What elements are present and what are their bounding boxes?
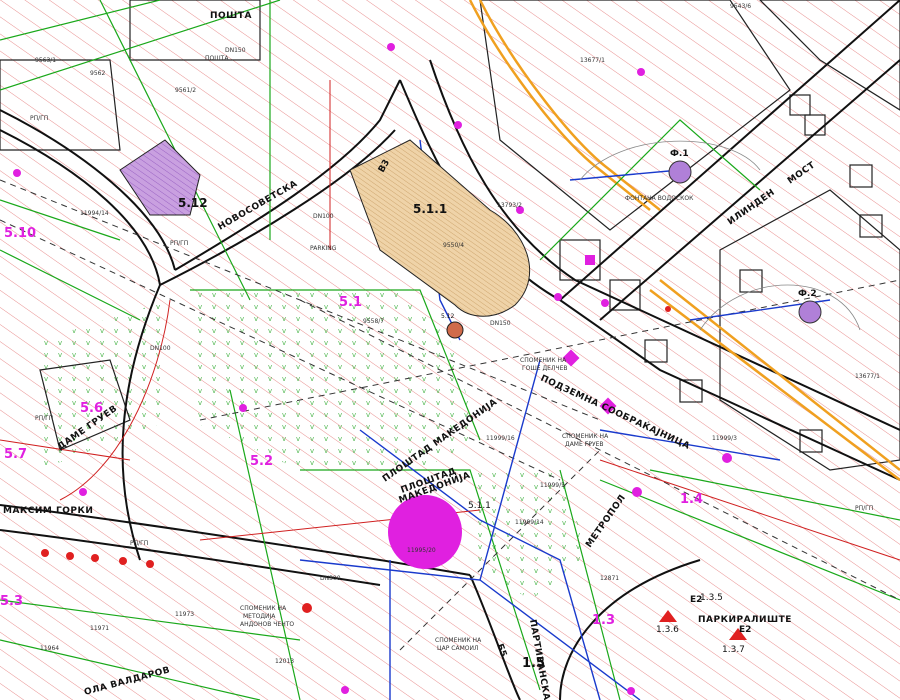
code-e2b-label: Е2 <box>739 625 751 635</box>
zone-5-1-1b-label: 5.1.1 <box>468 501 491 511</box>
code-ppgp5: РП/ГП <box>855 505 873 512</box>
note-5: СПОМЕНИК НА <box>435 637 482 644</box>
note-9: АНДОНОВ ЧЕНТО <box>240 621 294 628</box>
zone-5-2-label: 5.2 <box>250 454 273 469</box>
zone-5-7-label: 5.7 <box>4 447 27 462</box>
parcel-p6: 11994/14 <box>80 210 109 217</box>
code-ppgp2: РП/ГП <box>170 240 188 247</box>
note-4: ГОШЕ ДЕЛЧЕВ <box>522 365 568 372</box>
parcel-p14: 11995/20 <box>407 547 436 554</box>
parcel-p16: 11973 <box>175 611 194 618</box>
zone-1-3-label: 1.3 <box>592 613 615 628</box>
parcel-p4: 13677/1 <box>580 57 605 64</box>
monument-circle[interactable] <box>388 495 462 569</box>
urban-plan-map[interactable]: v <box>0 0 900 700</box>
code-dn2: DN100 <box>313 213 334 220</box>
code-e2a-label: Е2 <box>690 595 702 605</box>
code-dn5: DN100 <box>150 345 171 352</box>
zone-5-12-label: 5.12 <box>178 196 208 210</box>
note-7: СПОМЕНИК НА <box>240 605 287 612</box>
zone-5-12b-label: 5.12 <box>441 313 455 320</box>
code-dn4: DN150 <box>490 320 511 327</box>
parcel-p15: 11971 <box>90 625 109 632</box>
street-maksim-gorki: МАКСИМ ГОРКИ <box>3 506 93 516</box>
parcel-p2: 9563/1 <box>35 57 56 64</box>
fountain-f2-label: Ф.2 <box>798 289 817 299</box>
note-6: ЦАР САМОИЛ <box>437 645 478 652</box>
zone-5-3-label: 5.3 <box>0 594 23 609</box>
parcel-p12: 11999/5 <box>540 482 565 489</box>
street-parkiranje: ПАРКИРАЛИШТЕ <box>698 615 792 625</box>
parcel-p11: 11999/3 <box>712 435 737 442</box>
note-8: МЕТОДИЈА <box>243 613 276 620</box>
note-10: ФОНТАНА ВОДОСКОК <box>625 195 694 202</box>
street-posta-left: ПОШТА <box>205 55 229 62</box>
note-2: ДАМЕ ГРУЕВ <box>565 441 604 448</box>
fountain-f1[interactable] <box>668 160 692 184</box>
parcel-p3: 9561/2 <box>175 87 196 94</box>
parcel-p13: 12871 <box>600 575 619 582</box>
parcel-p1: 9562 <box>90 70 105 77</box>
parcel-p20: 12013 <box>275 658 294 665</box>
code-ppgp1: РП/ГП <box>30 115 48 122</box>
parcel-p5: 9543/6 <box>730 3 751 10</box>
street-parking: PARKING <box>310 245 337 252</box>
zone-1-3-7-label: 1.3.7 <box>722 645 745 655</box>
zone-1-3-5-label: 1.3.5 <box>700 593 723 603</box>
parcel-p7: 13793/2 <box>497 202 522 209</box>
zone-1-4-label: 1.4 <box>680 492 703 507</box>
parcel-p18: 13677/1 <box>855 373 880 380</box>
note-3: СПОМЕНИК НА <box>520 357 567 364</box>
note-1: СПОМЕНИК НА <box>562 433 609 440</box>
fountain-f1-label: Ф.1 <box>670 149 689 159</box>
street-posta-top: ПОШТА <box>210 11 252 21</box>
code-dn3: DN300 <box>320 575 341 582</box>
fountain-f2[interactable] <box>798 300 822 324</box>
code-ppgp3: РП/ГП <box>35 415 53 422</box>
parcel-p8: 9550/4 <box>443 242 464 249</box>
zone-5-1-label: 5.1 <box>339 295 362 310</box>
code-dn1: DN150 <box>225 47 246 54</box>
zone-5-1-1-label: 5.1.1 <box>413 202 447 216</box>
parcel-p9: 9558/7 <box>363 318 384 325</box>
parcel-p19: 11999/14 <box>515 519 544 526</box>
parcel-p17: 11964 <box>40 645 59 652</box>
zone-1-3-6-label: 1.3.6 <box>656 625 679 635</box>
marker-5-1-2[interactable] <box>446 321 464 339</box>
parcel-p10: 11999/16 <box>486 435 515 442</box>
code-ppgp4: РП/ГП <box>130 540 148 547</box>
zone-5-10-label: 5.10 <box>4 226 36 241</box>
